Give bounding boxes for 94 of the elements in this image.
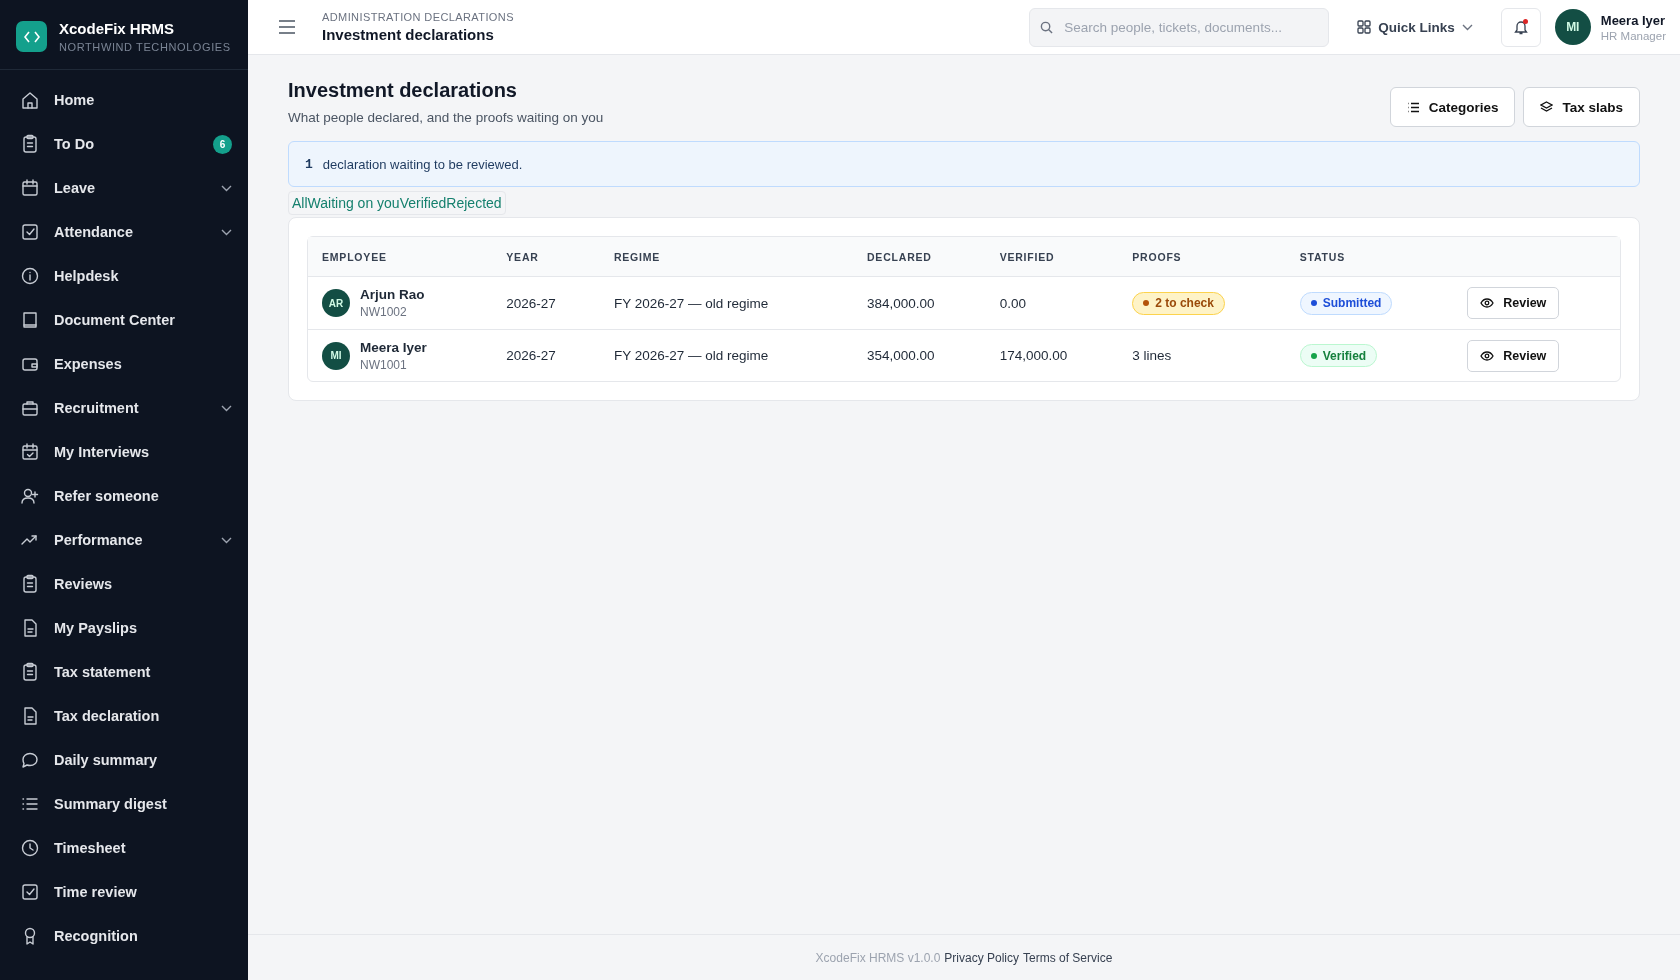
table-cell: 3 lines bbox=[1118, 329, 1286, 381]
sidebar-item[interactable]: Timesheet bbox=[0, 826, 248, 870]
clipboard-icon bbox=[20, 574, 40, 594]
column-header: EMPLOYEE bbox=[308, 237, 493, 277]
notice-text: declaration waiting to be reviewed. bbox=[322, 156, 523, 172]
sidebar-item[interactable]: Tax declaration bbox=[0, 694, 248, 738]
status-badge: Verified bbox=[1299, 344, 1378, 367]
sidebar-item[interactable]: My Interviews bbox=[0, 430, 248, 474]
briefcase-icon bbox=[20, 398, 40, 418]
count-badge: 6 bbox=[213, 134, 232, 154]
sidebar-item[interactable]: My Payslips bbox=[0, 606, 248, 650]
sidebar-item[interactable]: To Do 6 bbox=[0, 122, 248, 166]
eye-icon bbox=[1480, 350, 1495, 361]
breadcrumb: ADMINISTRATION DECLARATIONS bbox=[322, 11, 515, 23]
sidebar-item[interactable]: Tax statement bbox=[0, 650, 248, 694]
table-cell: FY 2026-27 — old regime bbox=[599, 329, 853, 381]
table-cell: 174,000.00 bbox=[985, 329, 1119, 381]
check-square-icon bbox=[20, 882, 40, 902]
status-badge: Submitted bbox=[1299, 291, 1393, 315]
tax-slabs-button[interactable]: Tax slabs bbox=[1523, 87, 1640, 127]
check-square-icon bbox=[20, 222, 40, 242]
sidebar-item[interactable]: Time review bbox=[0, 870, 248, 914]
notifications-button[interactable] bbox=[1500, 7, 1541, 47]
column-header: PROOFS bbox=[1118, 237, 1286, 277]
table-cell: 2026-27 bbox=[492, 329, 600, 381]
employee-name: Arjun Rao bbox=[360, 287, 425, 302]
logo-icon bbox=[16, 21, 47, 52]
table-cell-text: 384,000.00 bbox=[866, 294, 936, 313]
table-cell-text: FY 2026-27 — old regime bbox=[612, 294, 770, 313]
filter-tab[interactable]: Rejected bbox=[446, 193, 502, 213]
review-button[interactable]: Review bbox=[1467, 339, 1560, 372]
clock-icon bbox=[20, 838, 40, 858]
employee-avatar: MI bbox=[322, 341, 350, 370]
user-avatar[interactable]: MI bbox=[1554, 9, 1591, 45]
sidebar-item[interactable]: Leave bbox=[0, 166, 248, 210]
column-header: REGIME bbox=[599, 237, 853, 277]
categories-button[interactable]: Categories bbox=[1389, 87, 1516, 127]
version-text: XcodeFix HRMS v1.0.0 bbox=[815, 950, 941, 965]
calendar-check-icon bbox=[20, 442, 40, 462]
menu-icon[interactable] bbox=[278, 20, 296, 34]
sidebar-item[interactable]: Daily summary bbox=[0, 738, 248, 782]
info-icon bbox=[20, 266, 40, 286]
sidebar-item[interactable]: Document Center bbox=[0, 298, 248, 342]
employee-id: NW1002 bbox=[360, 305, 408, 319]
sidebar-item[interactable]: Home bbox=[0, 78, 248, 122]
chat-bubble-icon bbox=[20, 750, 40, 770]
column-header: VERIFIED bbox=[985, 237, 1119, 277]
sidebar-item[interactable]: Recruitment bbox=[0, 386, 248, 430]
list-icon bbox=[1406, 101, 1420, 113]
grid-icon bbox=[1357, 20, 1372, 34]
page-subtitle: What people declared, and the proofs waiting on you bbox=[288, 110, 604, 125]
footer-link[interactable]: Terms of Service bbox=[1023, 950, 1113, 965]
column-header: DECLARED bbox=[853, 237, 986, 277]
clipboard-icon bbox=[20, 662, 40, 682]
sidebar-item[interactable]: Refer someone bbox=[0, 474, 248, 518]
notice-count: 1 bbox=[305, 156, 313, 172]
sidebar-item[interactable]: Attendance bbox=[0, 210, 248, 254]
organization-name: NORTHWIND TECHNOLOGIES bbox=[59, 41, 231, 53]
footer-link[interactable]: Privacy Policy bbox=[944, 950, 1019, 965]
employee-id: NW1001 bbox=[360, 357, 408, 372]
clipboard-icon bbox=[20, 134, 40, 154]
home-icon bbox=[20, 90, 40, 110]
table-cell-text: 0.00 bbox=[998, 294, 1027, 313]
app-name: XcodeFix HRMS bbox=[59, 20, 176, 37]
eye-icon bbox=[1480, 298, 1495, 308]
filter-tab[interactable]: Verified bbox=[399, 193, 447, 213]
employee-name: Meera Iyer bbox=[360, 339, 427, 355]
filter-tab[interactable]: Waiting on you bbox=[307, 193, 400, 213]
caret-icon bbox=[1461, 23, 1473, 31]
employee-avatar: AR bbox=[322, 289, 350, 317]
filter-tab[interactable]: All bbox=[292, 193, 308, 213]
sidebar-item[interactable]: Reviews bbox=[0, 562, 248, 606]
sidebar-item[interactable]: Summary digest bbox=[0, 782, 248, 826]
page-title: Investment declarations bbox=[288, 79, 518, 102]
layers-icon bbox=[1540, 101, 1554, 113]
column-header: YEAR bbox=[492, 237, 600, 277]
search-field[interactable]: Search people, tickets, documents... bbox=[1029, 7, 1330, 47]
column-header: STATUS bbox=[1285, 237, 1454, 277]
table-cell: 354,000.00 bbox=[853, 329, 986, 381]
proofs-badge: 2 to check bbox=[1132, 291, 1225, 315]
calendar-icon bbox=[20, 178, 40, 198]
table-cell-text: 2026-27 bbox=[505, 294, 557, 313]
header-title: Investment declarations bbox=[322, 26, 495, 43]
quick-links-button[interactable]: Quick Links bbox=[1341, 19, 1489, 35]
user-plus-icon bbox=[20, 486, 40, 506]
user-name: Meera Iyer bbox=[1600, 12, 1666, 28]
book-icon bbox=[20, 310, 40, 330]
sidebar-item[interactable]: Expenses bbox=[0, 342, 248, 386]
bell-icon bbox=[1513, 19, 1528, 35]
review-button[interactable]: Review bbox=[1467, 287, 1560, 319]
sidebar-item[interactable]: Performance bbox=[0, 518, 248, 562]
sidebar-item[interactable]: Recognition bbox=[0, 914, 248, 958]
sidebar-item[interactable]: Helpdesk bbox=[0, 254, 248, 298]
user-role: HR Manager bbox=[1600, 29, 1666, 42]
